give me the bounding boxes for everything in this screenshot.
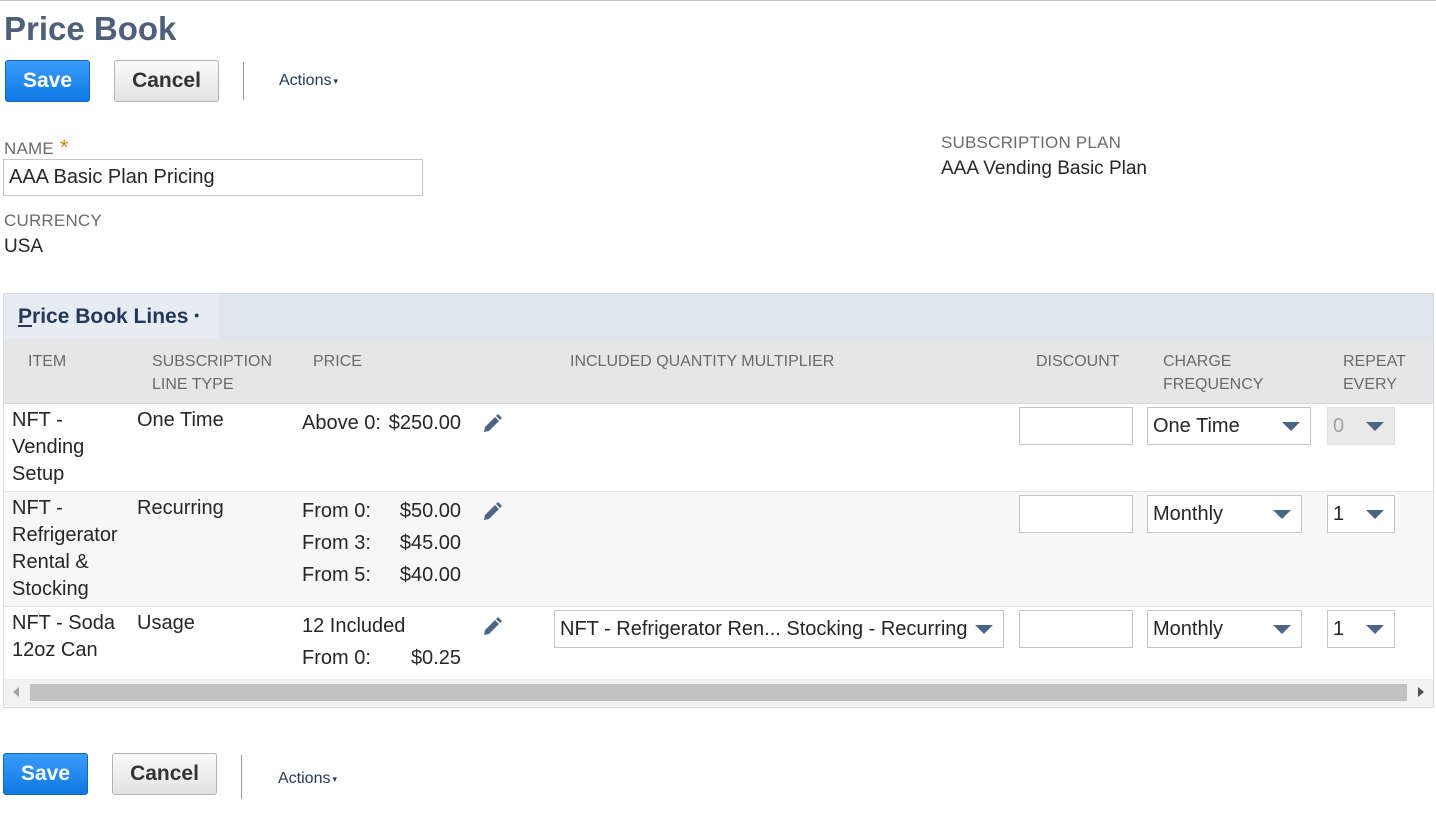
item-cell: NFT - Refrigerator Rental & Stocking xyxy=(12,497,118,600)
line-type-cell: Usage xyxy=(137,612,195,634)
subscription-plan-label: SUBSCRIPTION PLAN xyxy=(941,133,1122,152)
price-included-label: 12 Included xyxy=(302,615,406,637)
arrow-left-icon[interactable] xyxy=(13,687,19,697)
col-item: ITEM xyxy=(28,353,67,370)
price-tier-amount: $0.25 xyxy=(410,647,461,669)
caret-down-icon: ▾ xyxy=(333,76,338,86)
horizontal-scrollbar[interactable] xyxy=(4,679,1433,706)
pencil-icon[interactable] xyxy=(481,413,503,435)
col-included-quantity-multiplier: INCLUDED QUANTITY MULTIPLIER xyxy=(570,353,835,370)
currency-label: CURRENCY xyxy=(4,211,102,230)
name-label: NAME * xyxy=(4,135,69,160)
currency-value: USA xyxy=(4,236,44,257)
table-header: ITEM SUBSCRIPTION LINE TYPE PRICE INCLUD… xyxy=(4,338,1433,404)
col-charge-frequency: CHARGE FREQUENCY xyxy=(1163,353,1264,393)
chevron-down-icon xyxy=(975,625,993,634)
price-tier-amount: $40.00 xyxy=(399,564,461,586)
charge-frequency-select[interactable]: Monthly xyxy=(1147,610,1302,648)
price-tier-amount: $45.00 xyxy=(399,532,461,554)
price-tier-amount: $250.00 xyxy=(388,412,461,434)
price-tier-label: From 5: xyxy=(302,564,371,586)
table-row: NFT - Vending Setup One Time Above 0: $2… xyxy=(4,404,1433,492)
actions-menu-bottom[interactable]: Actions ▾ xyxy=(278,770,337,788)
chevron-down-icon xyxy=(1366,510,1384,519)
table-row: NFT - Soda 12oz Can Usage 12 Included Fr… xyxy=(4,607,1433,679)
actions-menu[interactable]: Actions ▾ xyxy=(279,72,338,90)
chevron-down-icon xyxy=(1282,422,1300,431)
charge-frequency-select[interactable]: One Time xyxy=(1147,407,1311,445)
price-tier-label: From 0: xyxy=(302,500,371,522)
chevron-down-icon xyxy=(1366,625,1384,634)
line-type-cell: Recurring xyxy=(137,497,224,519)
tab-dot: • xyxy=(194,307,200,323)
save-button[interactable]: Save xyxy=(5,60,90,102)
page-title: Price Book xyxy=(4,10,177,47)
item-cell: NFT - Vending Setup xyxy=(12,409,85,485)
price-book-lines-sublist: Price Book Lines • ITEM SUBSCRIPTION LIN… xyxy=(3,293,1434,708)
table-row: NFT - Refrigerator Rental & Stocking Rec… xyxy=(4,492,1433,607)
pencil-icon[interactable] xyxy=(481,501,503,523)
toolbar-divider xyxy=(243,62,244,100)
price-tier-label: From 0: xyxy=(302,647,371,669)
chevron-down-icon xyxy=(1273,625,1291,634)
repeat-every-select[interactable]: 1 xyxy=(1327,610,1395,648)
included-quantity-multiplier-select[interactable]: NFT - Refrigerator Ren... Stocking - Rec… xyxy=(554,610,1004,648)
price-tier-amount: $50.00 xyxy=(399,500,461,522)
cancel-button-bottom[interactable]: Cancel xyxy=(112,753,217,795)
col-repeat-every: REPEAT EVERY xyxy=(1343,353,1406,393)
scrollbar-thumb[interactable] xyxy=(30,684,1407,701)
subscription-plan-value: AAA Vending Basic Plan xyxy=(941,158,1147,179)
tab-price-book-lines[interactable]: Price Book Lines • xyxy=(4,294,219,338)
save-button-bottom[interactable]: Save xyxy=(3,753,88,795)
discount-input[interactable] xyxy=(1019,407,1133,445)
discount-input[interactable] xyxy=(1019,495,1133,533)
col-subscription-line-type: SUBSCRIPTION LINE TYPE xyxy=(152,353,273,393)
name-input[interactable]: AAA Basic Plan Pricing xyxy=(3,159,423,196)
sublist-tab-bar: Price Book Lines • xyxy=(4,294,1433,338)
pencil-icon[interactable] xyxy=(481,616,503,638)
charge-frequency-select[interactable]: Monthly xyxy=(1147,495,1302,533)
col-price: PRICE xyxy=(313,353,362,370)
item-cell: NFT - Soda 12oz Can xyxy=(12,612,115,661)
actions-label: Actions xyxy=(278,770,331,787)
cancel-button[interactable]: Cancel xyxy=(114,60,219,102)
repeat-every-select: 0 xyxy=(1327,407,1395,445)
arrow-right-icon[interactable] xyxy=(1418,687,1424,697)
required-marker: * xyxy=(59,135,69,160)
price-tier-label: From 3: xyxy=(302,532,371,554)
discount-input[interactable] xyxy=(1019,610,1133,648)
col-discount: DISCOUNT xyxy=(1036,353,1120,370)
line-type-cell: One Time xyxy=(137,409,224,431)
repeat-every-select[interactable]: 1 xyxy=(1327,495,1395,533)
toolbar-divider-bottom xyxy=(241,755,242,799)
caret-down-icon: ▾ xyxy=(332,774,337,784)
chevron-down-icon xyxy=(1366,422,1384,431)
chevron-down-icon xyxy=(1273,510,1291,519)
actions-label: Actions xyxy=(279,72,332,89)
price-tier-label: Above 0: xyxy=(302,412,381,434)
